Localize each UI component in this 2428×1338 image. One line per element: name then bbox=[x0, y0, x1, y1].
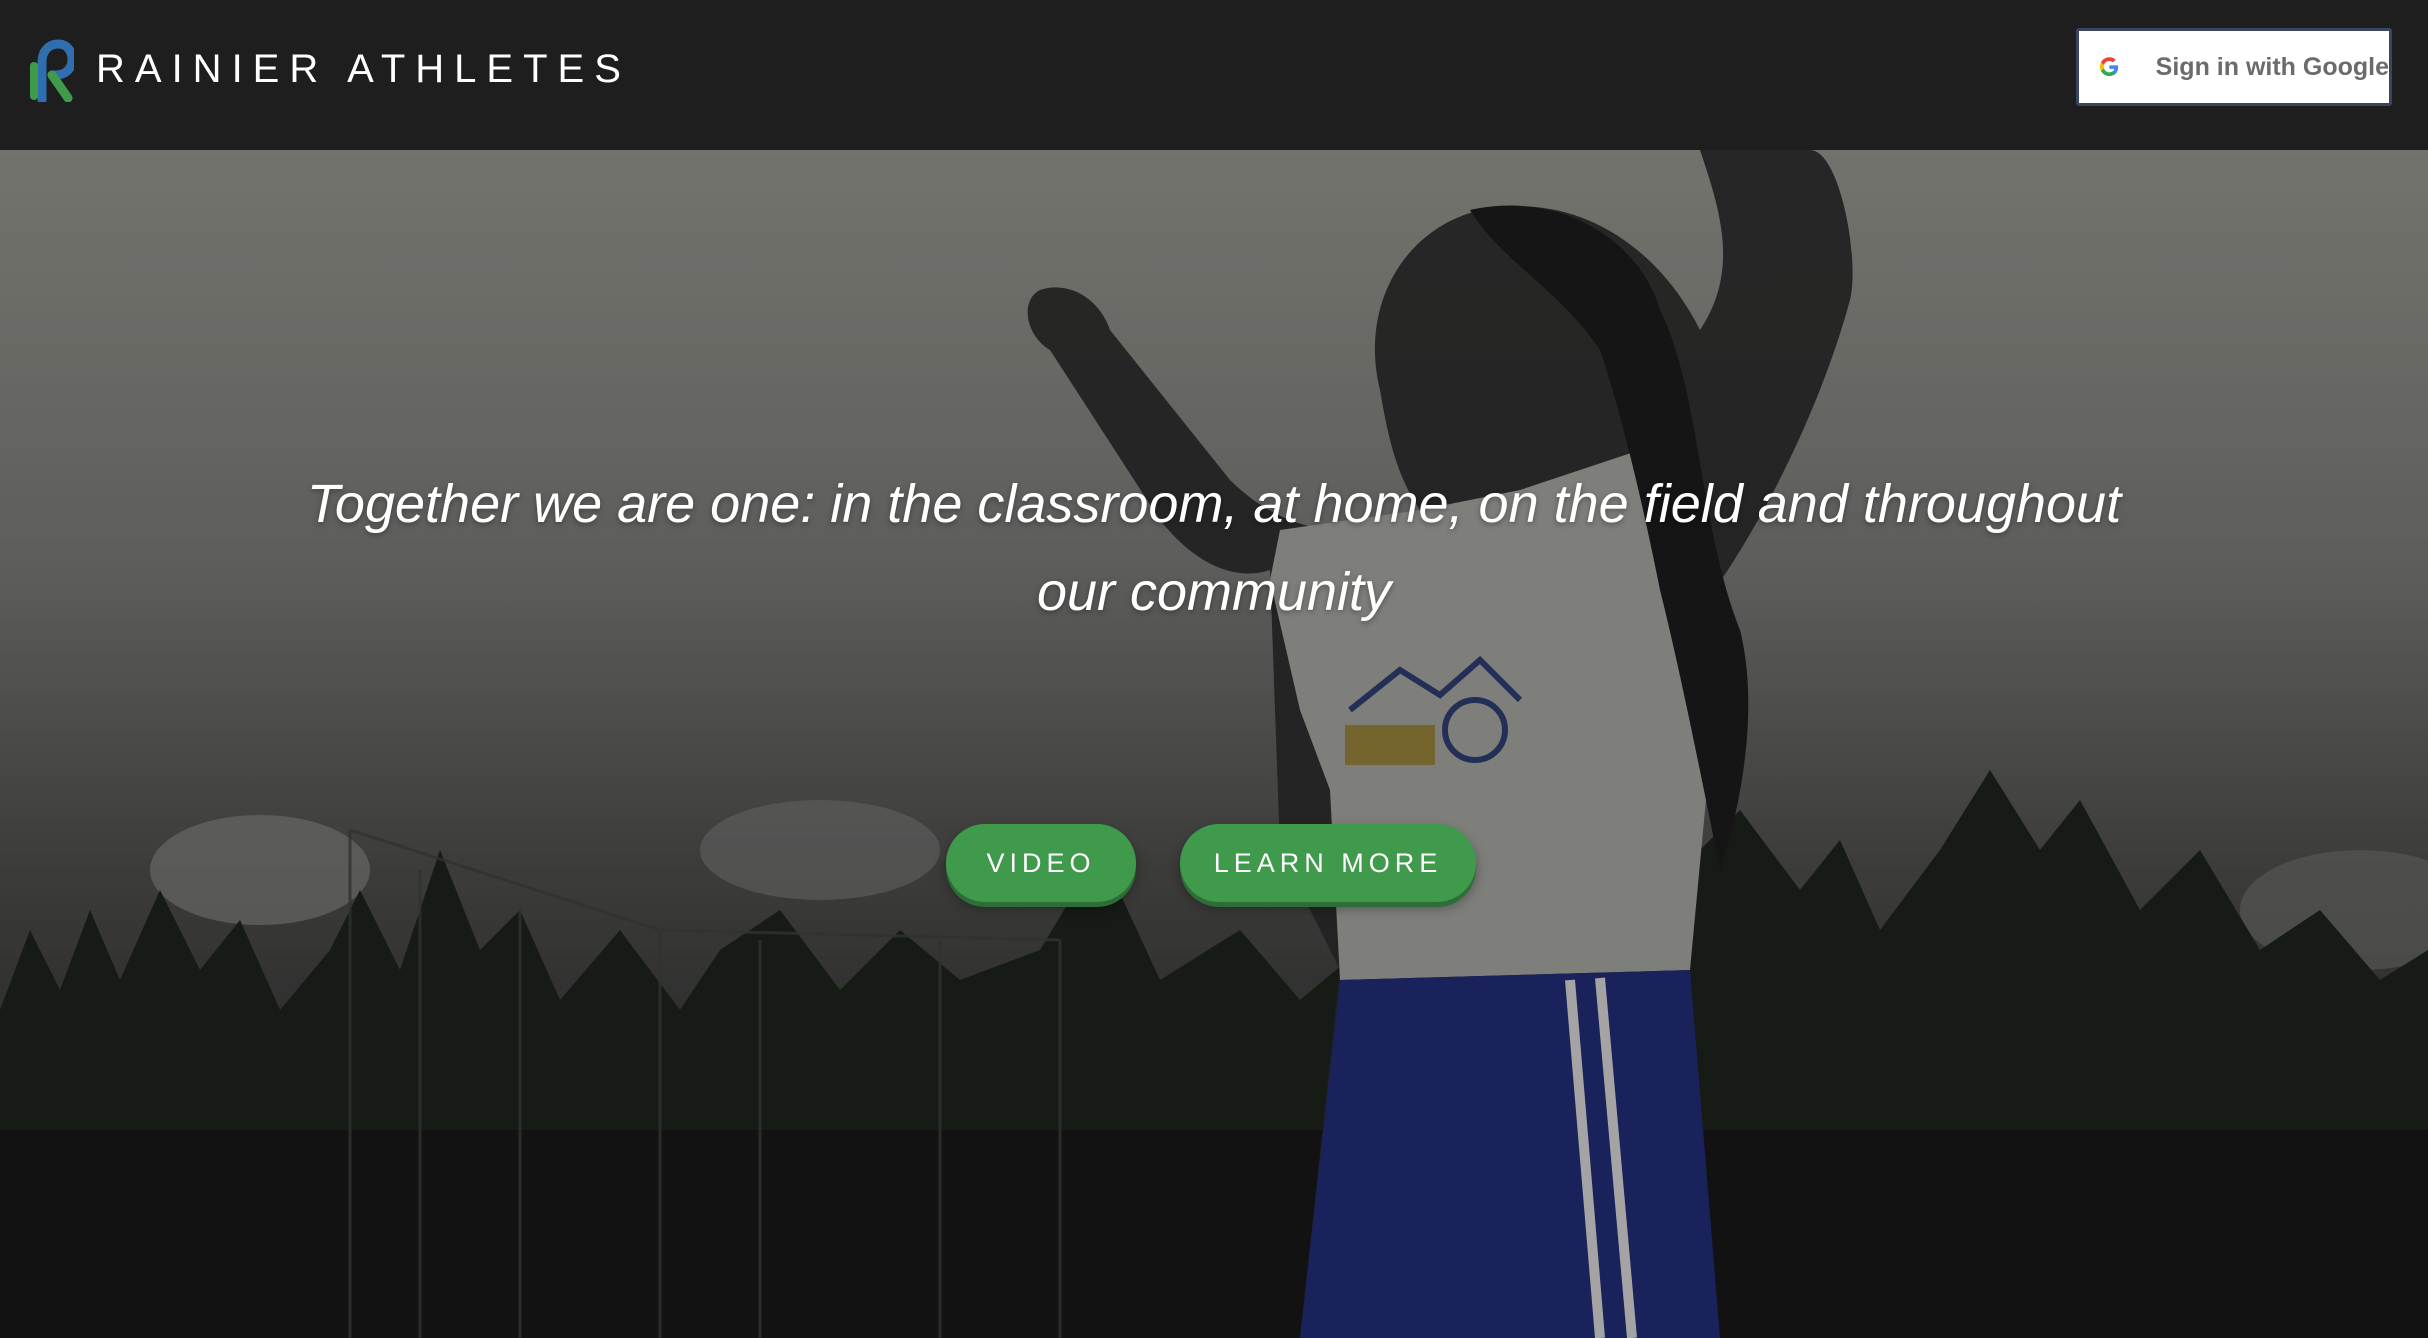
hero-banner: Together we are one: in the classroom, a… bbox=[0, 150, 2428, 1338]
learn-more-button[interactable]: LEARN MORE bbox=[1180, 824, 1476, 902]
video-button[interactable]: VIDEO bbox=[946, 824, 1136, 902]
rainier-r-logo-icon bbox=[30, 39, 74, 102]
google-signin-label: Sign in with Google bbox=[2155, 52, 2389, 81]
site-header: RAINIER ATHLETES Sign in with Google bbox=[0, 0, 2428, 150]
google-signin-button[interactable]: Sign in with Google bbox=[2076, 28, 2392, 106]
google-g-icon bbox=[2099, 57, 2119, 77]
brand-logo-link[interactable]: RAINIER ATHLETES bbox=[28, 36, 631, 102]
hero-tagline: Together we are one: in the classroom, a… bbox=[306, 474, 2122, 622]
brand-name: RAINIER ATHLETES bbox=[96, 46, 631, 91]
hero-dim-overlay bbox=[0, 150, 2428, 1338]
